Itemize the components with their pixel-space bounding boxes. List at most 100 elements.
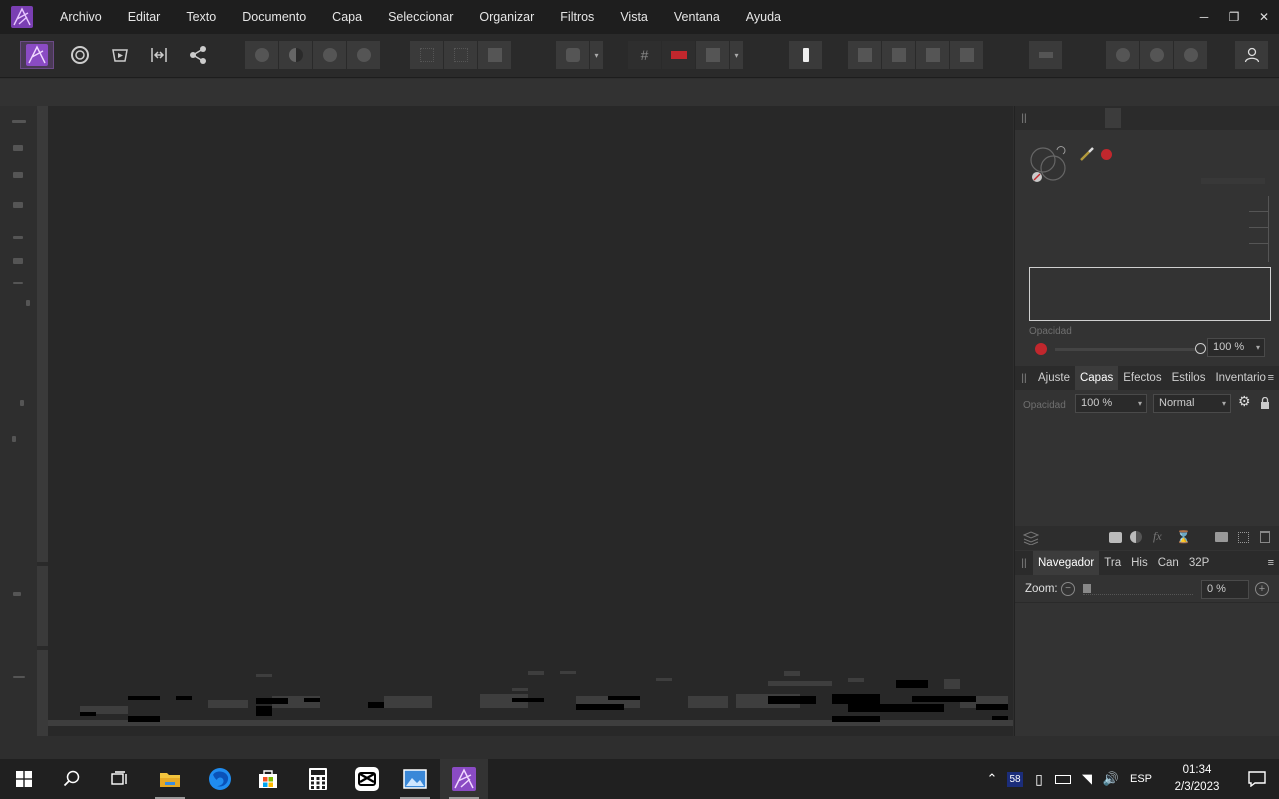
menu-ayuda[interactable]: Ayuda bbox=[733, 0, 794, 34]
chevron-down-icon[interactable]: ▾ bbox=[1222, 395, 1226, 412]
erase-tool-icon[interactable] bbox=[12, 436, 16, 442]
fill-stroke-swatch-icon[interactable] bbox=[1029, 144, 1071, 186]
adjustment-layer-icon[interactable] bbox=[1130, 531, 1142, 543]
auto-levels-button[interactable] bbox=[245, 41, 279, 69]
volume-icon[interactable]: 🔊 bbox=[1099, 771, 1123, 787]
panel-menu-icon[interactable]: ≡ bbox=[1268, 366, 1274, 390]
chevron-up-icon[interactable]: ⌃ bbox=[981, 771, 1003, 787]
auto-contrast-button[interactable] bbox=[279, 41, 313, 69]
menu-ventana[interactable]: Ventana bbox=[661, 0, 733, 34]
tab-channels[interactable]: Can bbox=[1153, 551, 1184, 575]
invert-selection-button[interactable] bbox=[478, 41, 512, 69]
tab-efectos[interactable]: Efectos bbox=[1118, 366, 1166, 390]
layers-opacity-field[interactable]: 100 % ▾ bbox=[1075, 394, 1147, 413]
quick-mask-dropdown[interactable]: ▾ bbox=[590, 41, 604, 69]
blend-mode-select[interactable]: Normal ▾ bbox=[1153, 394, 1231, 413]
account-button[interactable] bbox=[1235, 41, 1269, 69]
crop-tool-icon[interactable] bbox=[13, 202, 23, 208]
move-tool-icon[interactable] bbox=[13, 145, 23, 151]
menu-documento[interactable]: Documento bbox=[229, 0, 319, 34]
menu-archivo[interactable]: Archivo bbox=[47, 0, 115, 34]
paint-brush-tool-icon[interactable] bbox=[20, 400, 24, 406]
move-back-one-button[interactable] bbox=[882, 41, 916, 69]
develop-persona-button[interactable] bbox=[104, 41, 136, 69]
tab-transform[interactable]: Tra bbox=[1099, 551, 1126, 575]
assistant-manager-button[interactable] bbox=[789, 41, 823, 69]
chevron-down-icon[interactable]: ▾ bbox=[1138, 395, 1142, 412]
tray-badge[interactable]: 58 bbox=[1007, 771, 1023, 787]
selection-brush-tool-icon[interactable] bbox=[13, 236, 23, 239]
calculator-button[interactable] bbox=[294, 759, 342, 799]
color-wheel-area[interactable] bbox=[1029, 267, 1271, 321]
mask-layer-icon[interactable] bbox=[1109, 532, 1122, 543]
snapping-button[interactable] bbox=[696, 41, 730, 69]
add-group-icon[interactable] bbox=[1215, 532, 1228, 542]
microsoft-store-button[interactable] bbox=[244, 759, 292, 799]
search-button[interactable] bbox=[48, 759, 96, 799]
menu-organizar[interactable]: Organizar bbox=[466, 0, 547, 34]
liquify-persona-button[interactable] bbox=[64, 41, 96, 69]
chevron-down-icon[interactable]: ▾ bbox=[1256, 339, 1260, 356]
color-swatch-icon[interactable] bbox=[13, 676, 25, 678]
deselect-button[interactable] bbox=[444, 41, 478, 69]
grid-button[interactable]: # bbox=[628, 41, 662, 69]
move-to-front-button[interactable] bbox=[950, 41, 984, 69]
export-persona-button[interactable] bbox=[182, 41, 214, 69]
fx-icon[interactable]: fx bbox=[1153, 529, 1162, 544]
delete-icon[interactable] bbox=[1260, 531, 1270, 543]
photo-persona-button[interactable] bbox=[20, 41, 54, 69]
affinity-photo-logo-icon[interactable] bbox=[11, 6, 33, 28]
tab-32-bit-preview[interactable]: 32P bbox=[1184, 551, 1214, 575]
restore-icon[interactable]: ❐ bbox=[1219, 0, 1249, 34]
file-explorer-button[interactable] bbox=[146, 759, 194, 799]
color-picker-tool-icon[interactable] bbox=[13, 172, 23, 178]
tone-mapping-persona-button[interactable] bbox=[143, 41, 175, 69]
zoom-slider-handle[interactable] bbox=[1083, 584, 1091, 593]
tab-navegador[interactable]: Navegador bbox=[1033, 551, 1100, 575]
layers-stack-icon[interactable] bbox=[1023, 531, 1039, 545]
lock-icon[interactable] bbox=[1260, 397, 1270, 409]
current-color-swatch[interactable] bbox=[1101, 149, 1112, 160]
freehand-select-tool-icon[interactable] bbox=[26, 300, 30, 306]
wifi-icon[interactable]: ◥ bbox=[1075, 771, 1099, 787]
opacity-field[interactable]: 100 % ▾ bbox=[1207, 338, 1265, 357]
add-button[interactable] bbox=[1106, 41, 1140, 69]
menu-texto[interactable]: Texto bbox=[173, 0, 229, 34]
firefox-button[interactable] bbox=[196, 759, 244, 799]
move-forward-one-button[interactable] bbox=[916, 41, 950, 69]
task-view-button[interactable] bbox=[96, 759, 144, 799]
menu-editar[interactable]: Editar bbox=[115, 0, 174, 34]
start-button[interactable] bbox=[0, 759, 48, 799]
auto-white-balance-button[interactable] bbox=[347, 41, 381, 69]
panel-grip-icon[interactable]: || bbox=[1015, 558, 1033, 569]
zoom-field[interactable]: 0 % bbox=[1201, 580, 1249, 599]
menu-filtros[interactable]: Filtros bbox=[547, 0, 607, 34]
photos-button[interactable] bbox=[391, 759, 439, 799]
snapping-dropdown[interactable]: ▾ bbox=[730, 41, 744, 69]
live-filter-icon[interactable]: ⌛ bbox=[1176, 530, 1191, 544]
panel-grip-icon[interactable]: || bbox=[1015, 113, 1033, 124]
clock[interactable]: 01:34 2/3/2023 bbox=[1159, 762, 1235, 796]
menu-vista[interactable]: Vista bbox=[607, 0, 661, 34]
tab-inventario[interactable]: Inventario bbox=[1210, 366, 1271, 390]
flood-select-tool-icon[interactable] bbox=[13, 258, 23, 264]
add-pixel-layer-icon[interactable] bbox=[1238, 532, 1249, 543]
notification-icon[interactable] bbox=[1235, 771, 1279, 787]
zoom-out-icon[interactable]: − bbox=[1061, 582, 1075, 596]
panel-menu-icon[interactable]: ≡ bbox=[1268, 551, 1274, 575]
usb-icon[interactable]: ▯ bbox=[1027, 771, 1051, 788]
subtract-button[interactable] bbox=[1140, 41, 1174, 69]
language-indicator[interactable]: ESP bbox=[1123, 773, 1159, 785]
quick-mask-button[interactable] bbox=[556, 41, 590, 69]
tab-ajuste[interactable]: Ajuste bbox=[1033, 366, 1075, 390]
marquee-tool-icon[interactable] bbox=[13, 282, 23, 284]
tab-history[interactable]: His bbox=[1126, 551, 1153, 575]
zoom-in-icon[interactable]: + bbox=[1255, 582, 1269, 596]
opacity-slider-handle[interactable] bbox=[1195, 343, 1206, 354]
eyedropper-icon[interactable] bbox=[1079, 146, 1095, 162]
minimize-icon[interactable]: ─ bbox=[1189, 0, 1219, 34]
intersect-button[interactable] bbox=[1174, 41, 1208, 69]
color-panel-tab[interactable] bbox=[1105, 108, 1121, 128]
select-all-button[interactable] bbox=[410, 41, 444, 69]
assistant-button[interactable] bbox=[662, 41, 696, 69]
